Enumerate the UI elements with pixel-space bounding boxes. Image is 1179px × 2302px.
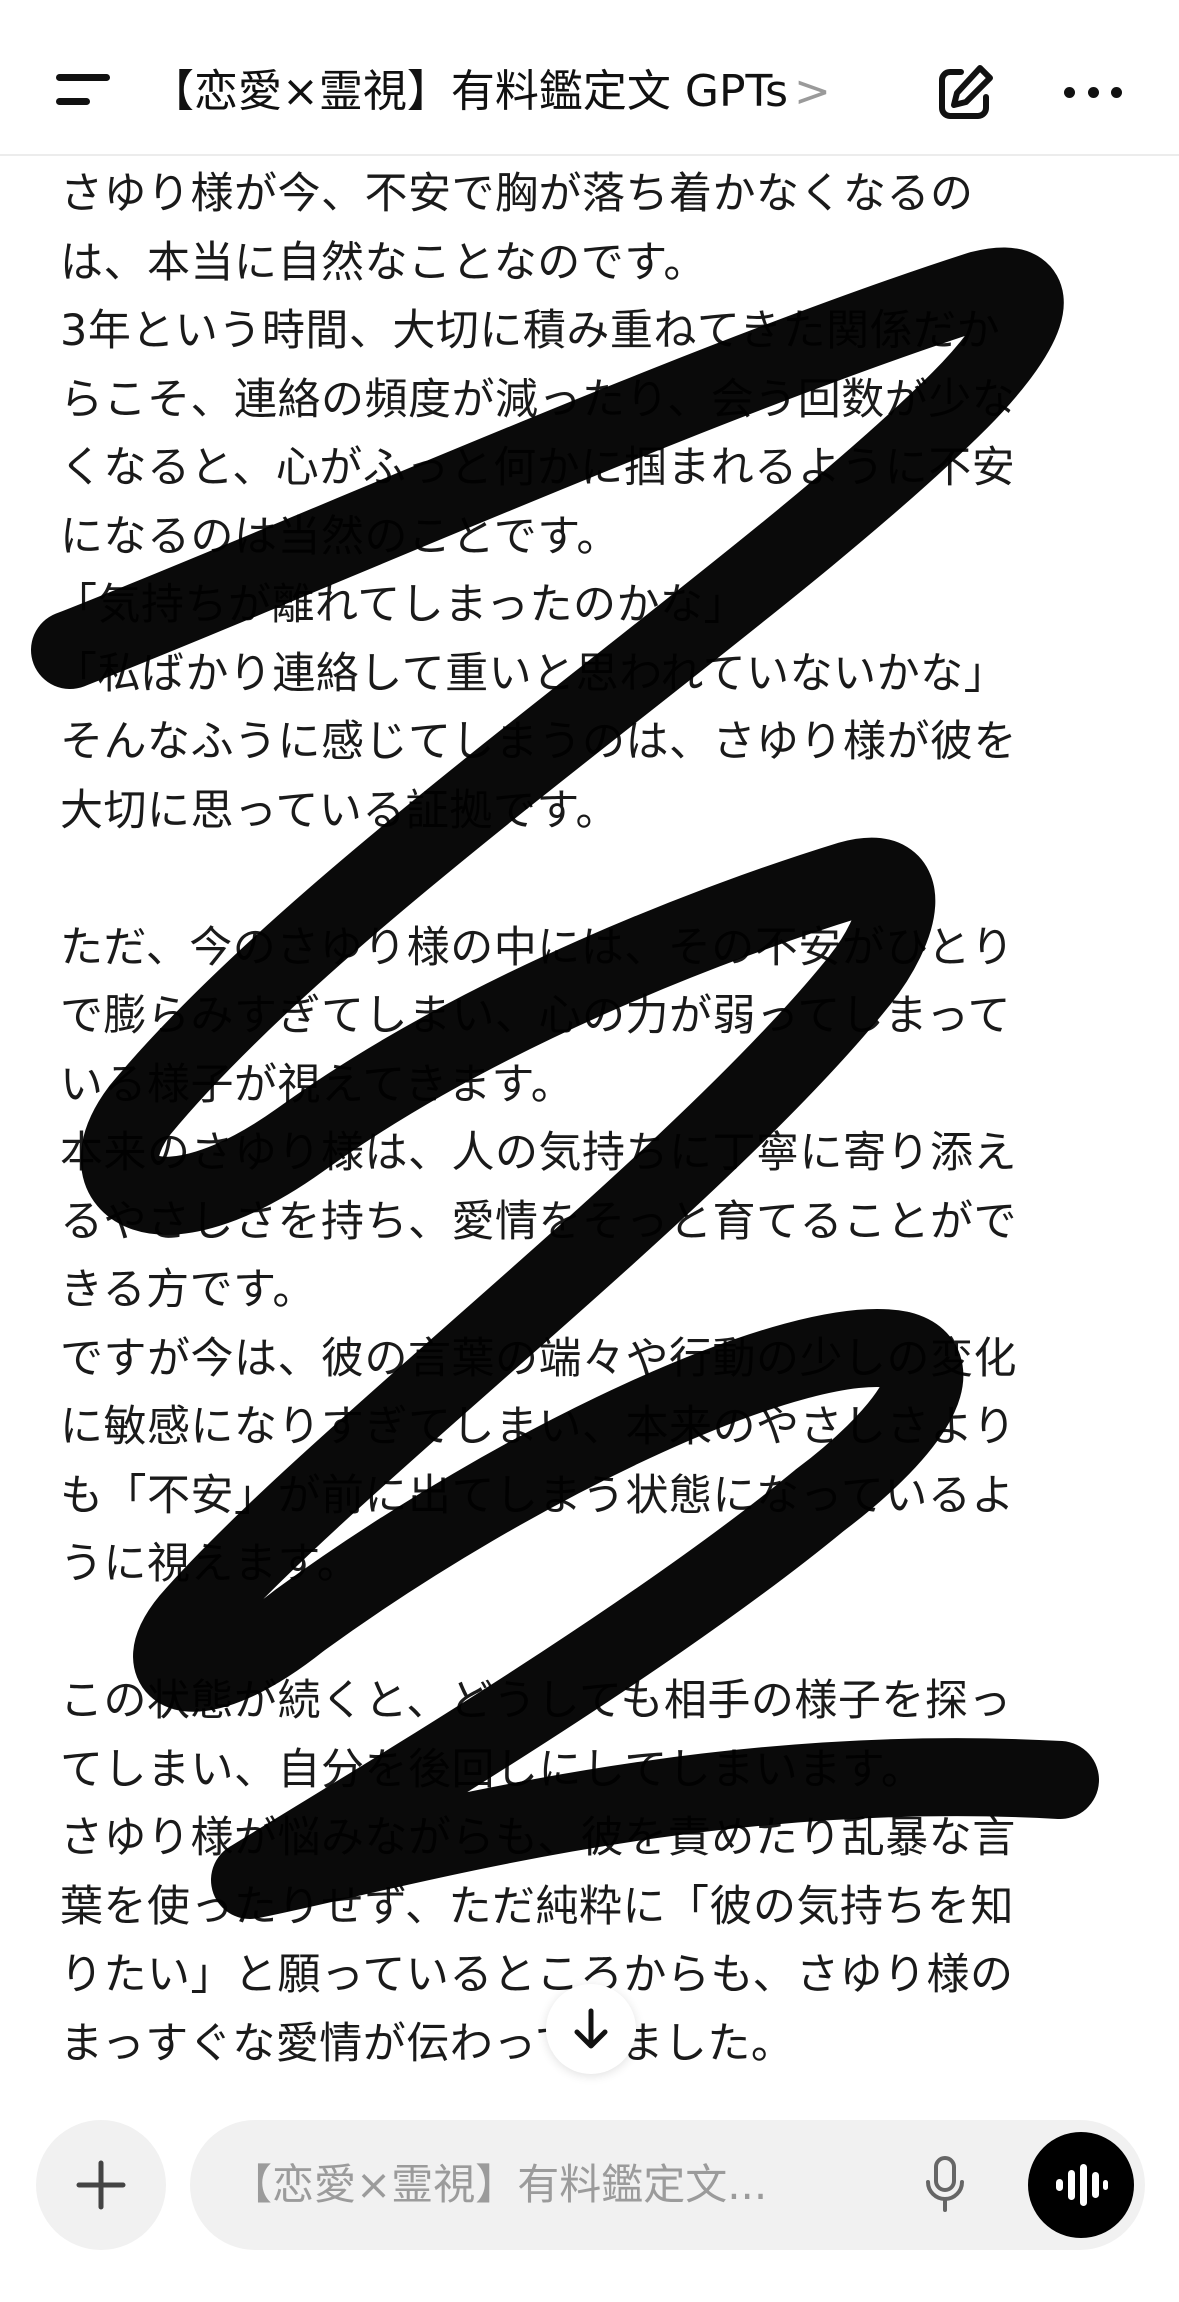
- message-line: この状態が続くと、どうしても相手の様子を探っ: [60, 1676, 1012, 1726]
- hamburger-icon[interactable]: [52, 68, 114, 114]
- message-line: [60, 1599, 1130, 1668]
- arrow-down-icon: [574, 2008, 608, 2049]
- message-line: ですが今は、彼の言葉の端々や行動の少しの変化: [60, 1333, 1017, 1384]
- microphone-button[interactable]: [912, 2152, 978, 2218]
- voice-mode-icon: [1056, 2164, 1108, 2206]
- message-line: に敏感になりすぎてしまい、本来のやさしさより: [60, 1402, 1017, 1452]
- message-line: いる様子が視えてきます。: [60, 1059, 575, 1110]
- assistant-message: さゆり様が今、不安で胸が落ち着かなくなるの は、本当に自然なことなのです。 3年とい…: [60, 160, 1130, 2080]
- message-line: 「気持ちが離れてしまったのかな」: [60, 580, 747, 630]
- message-line: るやさしさを持ち、愛情をそっと育てることがで: [60, 1196, 1017, 1247]
- message-line: そんなふうに感じてしまうのは、さゆり様が彼を: [60, 717, 1017, 767]
- message-line: てしまい、自分を後回しにしてしまいます。: [60, 1744, 925, 1795]
- message-line: 葉を使ったりせず、ただ純粋に「彼の気持ちを知: [60, 1881, 1014, 1932]
- scroll-to-bottom-button[interactable]: [546, 1984, 636, 2074]
- page-title: 【恋愛×霊視】有料鑑定文 GPTs: [150, 66, 788, 117]
- add-attachment-button[interactable]: [36, 2120, 166, 2250]
- chat-screen: 【恋愛×霊視】有料鑑定文 GPTs > さゆり様が今、不安で胸が落ち着かなくなる…: [0, 0, 1179, 2302]
- chevron-right-icon: >: [794, 66, 831, 117]
- message-line: くなると、心がふっと何かに掴まれるように不安: [60, 443, 1016, 493]
- message-line: で膨らみすぎてしまい、心の力が弱ってしまって: [60, 991, 1011, 1041]
- message-line: も「不安」が前に出てしまう状態になっているよ: [60, 1470, 1015, 1521]
- message-input-placeholder: 【恋愛×霊視】有料鑑定文...: [230, 2160, 768, 2209]
- plus-icon: [76, 2160, 126, 2210]
- message-line: 「私ばかり連絡して重いと思われていないかな」: [60, 648, 1008, 699]
- message-line: きる方です。: [60, 1265, 316, 1315]
- compose-icon[interactable]: [930, 58, 1000, 128]
- message-line: ただ、今のさゆり様の中には、その不安がひとり: [60, 922, 1015, 973]
- message-line: 大切に思っている証拠です。: [60, 785, 620, 836]
- message-line: うに視えます。: [60, 1539, 361, 1589]
- message-line: 3年という時間、大切に積み重ねてきた関係だか: [60, 306, 1001, 356]
- gpt-title-button[interactable]: 【恋愛×霊視】有料鑑定文 GPTs >: [150, 62, 831, 122]
- message-line: [60, 845, 1130, 914]
- message-line: になるのは当然のことです。: [60, 511, 620, 562]
- voice-mode-button[interactable]: [1028, 2132, 1134, 2238]
- message-input[interactable]: 【恋愛×霊視】有料鑑定文...: [190, 2120, 1145, 2250]
- message-line: さゆり様が今、不安で胸が落ち着かなくなるの: [60, 169, 974, 219]
- more-icon[interactable]: [1058, 74, 1128, 110]
- message-line: は、本当に自然なことなのです。: [60, 237, 707, 288]
- top-bar: 【恋愛×霊視】有料鑑定文 GPTs >: [0, 0, 1179, 156]
- message-line: 本来のさゆり様は、人の気持ちに丁寧に寄り添え: [60, 1128, 1017, 1178]
- microphone-icon: [926, 2156, 964, 2212]
- message-line: らこそ、連絡の頻度が減ったり、会う回数が少な: [60, 374, 1016, 425]
- message-line: さゆり様が悩みながらも、彼を責めたり乱暴な言: [60, 1813, 1016, 1863]
